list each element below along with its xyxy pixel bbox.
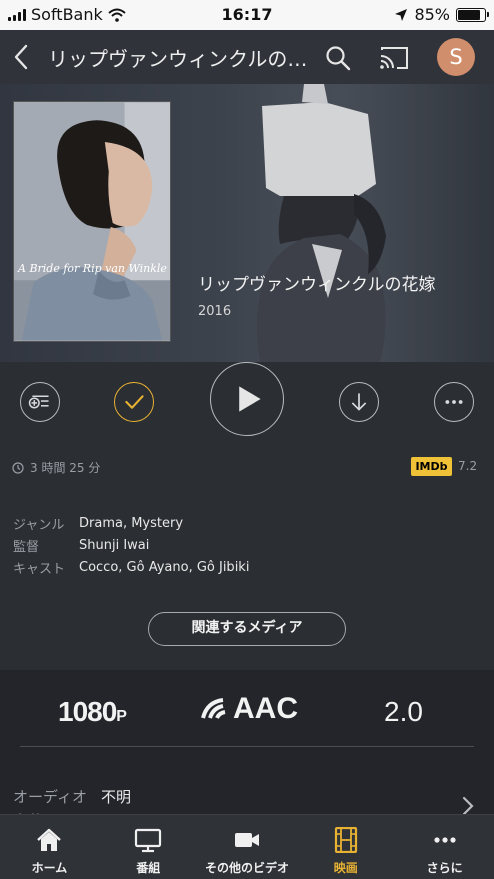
detail-row-genre: ジャンル Drama, Mystery (13, 512, 249, 534)
nav-bar: リップヴァンウィンクルの… S (0, 30, 494, 84)
home-icon (37, 828, 62, 851)
battery-icon (456, 7, 489, 22)
more-dots-icon (445, 400, 463, 404)
divider (20, 746, 474, 747)
playlist-add-icon (28, 395, 49, 409)
play-icon (239, 386, 261, 412)
checkmark-icon (125, 395, 144, 409)
resolution-value: 1080 (58, 696, 117, 727)
resolution-badge: 1080P (58, 696, 127, 728)
battery-fill (458, 9, 481, 20)
more-icon (433, 837, 456, 843)
imdb-badge: IMDb (411, 457, 452, 476)
audio-label: オーディオ (13, 788, 87, 806)
tab-label: 映画 (333, 861, 358, 875)
tab-home[interactable]: ホーム (0, 815, 99, 879)
audio-row[interactable]: オーディオ 不明 (13, 786, 131, 807)
download-button[interactable] (339, 382, 379, 422)
movie-title: リップヴァンウィンクルの花嫁 (198, 275, 436, 295)
audio-value: 不明 (101, 788, 132, 806)
backdrop-figure-image (250, 84, 494, 362)
tab-label: ホーム (31, 861, 68, 875)
battery-percent: 85% (414, 5, 450, 24)
tab-more[interactable]: さらに (395, 815, 494, 879)
movie-year: 2016 (198, 304, 232, 319)
tab-bar: ホーム 番組 その他のビデオ 映画 さらに (0, 814, 494, 879)
back-button[interactable] (8, 40, 36, 74)
video-camera-icon (234, 833, 259, 847)
media-specs: 1080P AAC 2.0 オーディオ 不明 字幕 なし (0, 670, 494, 830)
related-media-button[interactable]: 関連するメディア (148, 612, 346, 646)
search-icon[interactable] (324, 44, 352, 72)
detail-row-cast: キャスト Cocco, Gô Ayano, Gô Jibiki (13, 556, 249, 578)
audio-codec-badge: AAC (201, 692, 298, 726)
play-button[interactable] (210, 362, 284, 436)
action-row (0, 362, 494, 452)
detail-value[interactable]: Cocco, Gô Ayano, Gô Jibiki (79, 560, 249, 575)
resolution-suffix: P (116, 708, 127, 725)
location-arrow-icon (395, 8, 408, 21)
audio-channels: 2.0 (384, 696, 423, 727)
download-icon (351, 393, 367, 411)
detail-label: キャスト (13, 561, 66, 577)
tab-movies[interactable]: 映画 (296, 815, 395, 879)
tab-other-videos[interactable]: その他のビデオ (198, 815, 297, 879)
duration: 3 時間 25 分 (12, 459, 100, 476)
detail-row-director: 監督 Shunji Iwai (13, 534, 249, 556)
avatar[interactable]: S (437, 38, 475, 76)
nav-title: リップヴァンウィンクルの… (48, 47, 308, 71)
tv-icon (135, 828, 162, 853)
details-list: ジャンル Drama, Mystery 監督 Shunji Iwai キャスト … (13, 512, 249, 578)
audio-codec: AAC (233, 692, 298, 725)
duration-text: 3 時間 25 分 (30, 461, 101, 475)
tab-shows[interactable]: 番組 (99, 815, 198, 879)
film-icon (334, 827, 357, 853)
detail-value: Drama, Mystery (79, 515, 184, 531)
poster-title-text: A Bride for Rip van Winkle (18, 262, 167, 275)
cast-icon[interactable] (378, 44, 410, 72)
detail-value[interactable]: Shunji Iwai (79, 538, 149, 553)
status-bar: SoftBank 16:17 85% (0, 0, 494, 30)
status-right: 85% (394, 5, 489, 24)
aac-wave-icon (201, 698, 226, 719)
tab-label: 番組 (136, 861, 161, 875)
hero-backdrop: A Bride for Rip van Winkle リップヴァンウィンクルの花… (0, 84, 494, 362)
poster-image (13, 101, 171, 342)
detail-label: ジャンル (13, 517, 65, 533)
tab-label: さらに (426, 861, 463, 875)
clock-icon (12, 461, 24, 474)
more-options-button[interactable] (434, 382, 474, 422)
imdb-score: 7.2 (458, 459, 478, 473)
tab-label: その他のビデオ (204, 861, 289, 875)
mark-watched-button[interactable] (114, 382, 154, 422)
detail-label: 監督 (13, 539, 40, 555)
add-to-playlist-button[interactable] (20, 382, 60, 422)
